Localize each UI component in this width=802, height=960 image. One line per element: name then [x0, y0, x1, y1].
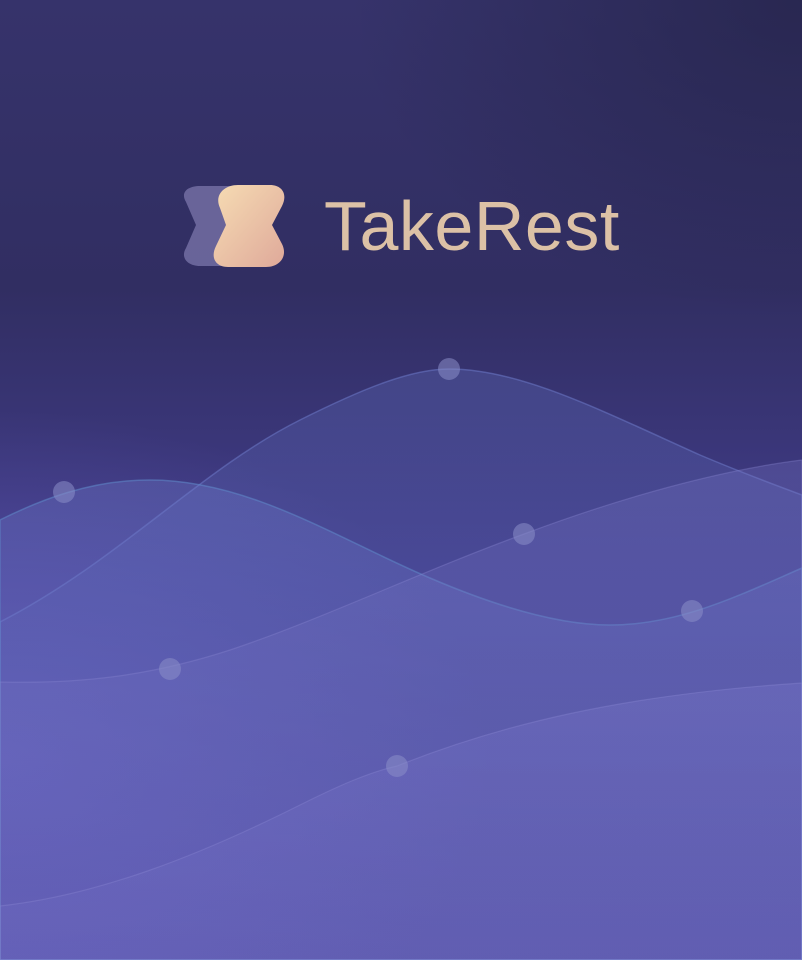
wave-dot: [386, 755, 408, 777]
hourglass-logo-icon: [180, 180, 288, 272]
app-title: TakeRest: [324, 187, 620, 265]
wave-dot: [159, 658, 181, 680]
wave-dot: [513, 523, 535, 545]
wave-dot: [438, 358, 460, 380]
wave-decoration: [0, 358, 802, 960]
wave-dot: [681, 600, 703, 622]
brand-header: TakeRest: [180, 180, 620, 272]
wave-dot: [53, 481, 75, 503]
